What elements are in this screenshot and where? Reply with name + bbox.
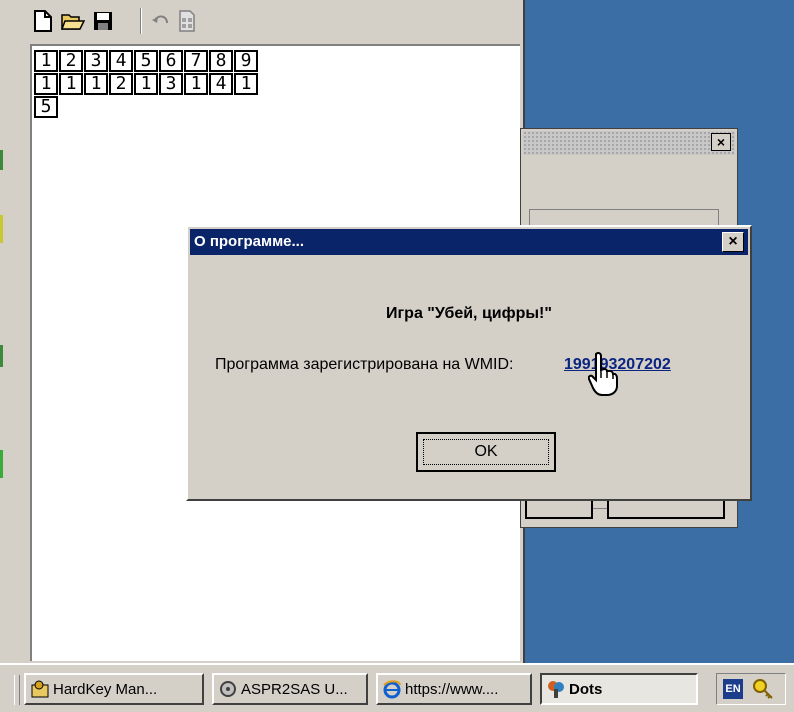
- about-dialog: О программе... × Игра "Убей, цифры!" Про…: [186, 225, 752, 501]
- folder-key-icon: [31, 680, 49, 698]
- ok-button-label: OK: [423, 439, 549, 465]
- undo-icon: [152, 15, 168, 24]
- new-file-button[interactable]: [30, 8, 56, 34]
- taskbar-button-label: HardKey Man...: [53, 680, 158, 698]
- background-window-edge: [0, 0, 23, 663]
- grid-cell[interactable]: 1: [34, 73, 58, 95]
- grid-cell[interactable]: 1: [234, 73, 258, 95]
- grid-cell[interactable]: 1: [34, 50, 58, 72]
- grid-cell[interactable]: 5: [34, 96, 58, 118]
- grid-cell[interactable]: 8: [209, 50, 233, 72]
- internet-explorer-icon: [383, 680, 401, 699]
- taskbar-button-label: Dots: [569, 680, 603, 698]
- grid-cell[interactable]: 5: [134, 50, 158, 72]
- about-dialog-title: О программе...: [194, 233, 305, 250]
- grid-row: 1 1 1 2 1 3 1 4 1: [34, 73, 334, 96]
- save-icon: [94, 12, 112, 30]
- taskbar-button-hardkey[interactable]: HardKey Man...: [24, 673, 204, 705]
- grid-cell[interactable]: 3: [159, 73, 183, 95]
- new-file-icon: [34, 10, 52, 32]
- taskbar-button-browser[interactable]: https://www....: [376, 673, 532, 705]
- hand-cursor-icon: [588, 352, 618, 396]
- key-tray-icon[interactable]: [751, 677, 775, 701]
- grid-cell[interactable]: 6: [159, 50, 183, 72]
- grid-row: 5: [34, 96, 334, 119]
- strip-mark: [0, 345, 3, 367]
- calculator-icon: [179, 10, 195, 32]
- background-dialog-titlebar: [523, 131, 735, 155]
- grid-cell[interactable]: 3: [84, 50, 108, 72]
- save-button[interactable]: [90, 8, 116, 34]
- grid-cell[interactable]: 9: [234, 50, 258, 72]
- language-indicator[interactable]: EN: [723, 679, 743, 699]
- taskbar-grip: [14, 675, 20, 705]
- taskbar-button-label: ASPR2SAS U...: [241, 680, 348, 698]
- number-grid: 1 2 3 4 5 6 7 8 9 1 1 1 2 1 3 1 4 1 5: [34, 50, 334, 119]
- toolbar-separator: [140, 8, 142, 34]
- grid-cell[interactable]: 2: [109, 73, 133, 95]
- grid-cell[interactable]: 1: [84, 73, 108, 95]
- taskbar: HardKey Man... ASPR2SAS U... https://www…: [0, 663, 794, 712]
- strip-mark: [0, 450, 3, 478]
- game-title-heading: Игра "Убей, цифры!": [386, 305, 552, 322]
- strip-mark: [0, 150, 3, 170]
- grid-cell[interactable]: 1: [134, 73, 158, 95]
- taskbar-button-label: https://www....: [405, 680, 499, 698]
- grid-row: 1 2 3 4 5 6 7 8 9: [34, 50, 334, 73]
- dots-app-icon: [548, 681, 564, 698]
- open-folder-icon: [61, 14, 85, 30]
- grid-cell[interactable]: 7: [184, 50, 208, 72]
- about-dialog-titlebar: О программе... ×: [190, 229, 748, 255]
- ok-button[interactable]: OK: [416, 432, 556, 472]
- grid-cell[interactable]: 1: [184, 73, 208, 95]
- grid-cell[interactable]: 4: [209, 73, 233, 95]
- registration-label: Программа зарегистрирована на WMID:: [215, 356, 514, 373]
- toolbar: [22, 0, 523, 44]
- gear-disk-icon: [220, 681, 236, 697]
- taskbar-button-aspr2sas[interactable]: ASPR2SAS U...: [212, 673, 368, 705]
- grid-cell[interactable]: 1: [59, 73, 83, 95]
- about-dialog-close-button[interactable]: ×: [722, 232, 744, 252]
- strip-mark: [0, 215, 3, 243]
- grid-cell[interactable]: 4: [109, 50, 133, 72]
- open-button[interactable]: [60, 8, 86, 34]
- calculator-button[interactable]: [174, 8, 200, 34]
- system-tray: EN: [716, 673, 786, 705]
- background-dialog-close-button[interactable]: ×: [711, 133, 731, 151]
- grid-cell[interactable]: 2: [59, 50, 83, 72]
- undo-button[interactable]: [148, 8, 174, 34]
- taskbar-button-dots[interactable]: Dots: [540, 673, 698, 705]
